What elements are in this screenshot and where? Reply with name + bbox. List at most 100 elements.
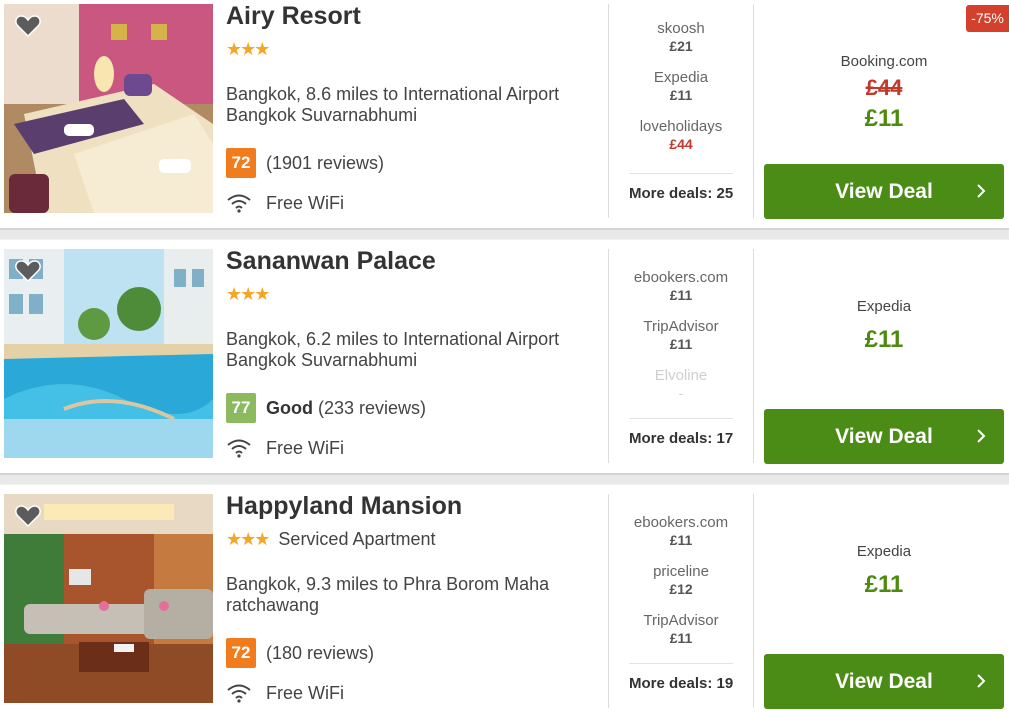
deal-provider: priceline bbox=[653, 563, 709, 580]
deal-item: Elvoline - bbox=[610, 367, 752, 416]
deal-price: £11 bbox=[669, 336, 693, 352]
amenity-label: Free WiFi bbox=[266, 192, 344, 213]
deal-price: £11 bbox=[669, 630, 693, 646]
deal-price: - bbox=[678, 385, 684, 401]
star-rating: ★★★ bbox=[226, 528, 270, 549]
divider bbox=[608, 494, 609, 708]
divider bbox=[753, 249, 754, 463]
wifi-icon bbox=[227, 439, 251, 458]
deal-provider: Elvoline bbox=[654, 367, 708, 384]
original-price: £44 bbox=[865, 75, 903, 100]
amenity-label: Free WiFi bbox=[266, 437, 344, 458]
heart-icon[interactable] bbox=[15, 504, 41, 528]
other-deals: ebookers.com £11 priceline £12 TripAdvis… bbox=[610, 514, 752, 661]
best-deal[interactable]: Booking.com £44 £11 bbox=[764, 50, 1004, 136]
hotel-name[interactable]: Happyland Mansion bbox=[226, 492, 462, 521]
best-deal[interactable]: Expedia £11 bbox=[764, 295, 1004, 357]
best-deal-price: £11 bbox=[864, 326, 904, 353]
review-text: Good (233 reviews) bbox=[266, 398, 426, 419]
amenity-label: Free WiFi bbox=[266, 682, 344, 703]
deal-provider: skoosh bbox=[657, 20, 705, 37]
divider bbox=[753, 4, 754, 218]
hotel-photo[interactable] bbox=[4, 494, 213, 703]
view-deal-button[interactable]: View Deal bbox=[764, 654, 1004, 709]
deal-item[interactable]: ebookers.com £11 bbox=[610, 514, 752, 563]
more-deals-link[interactable]: More deals: 17 bbox=[629, 418, 733, 447]
deal-item[interactable]: TripAdvisor £11 bbox=[610, 318, 752, 367]
deal-provider: TripAdvisor bbox=[643, 612, 719, 629]
card-separator bbox=[0, 228, 1009, 240]
hotel-class: ★★★ bbox=[226, 283, 270, 305]
deal-provider: TripAdvisor bbox=[643, 318, 719, 335]
heart-icon[interactable] bbox=[15, 259, 41, 283]
star-rating: ★★★ bbox=[226, 38, 270, 59]
deal-item[interactable]: loveholidays £44 bbox=[610, 118, 752, 167]
best-deal-provider: Booking.com bbox=[840, 53, 928, 70]
hotel-photo[interactable] bbox=[4, 4, 213, 213]
hotel-class: ★★★ bbox=[226, 38, 270, 60]
other-deals: ebookers.com £11 TripAdvisor £11 Elvolin… bbox=[610, 269, 752, 416]
review-label: Good bbox=[266, 397, 313, 418]
view-deal-button[interactable]: View Deal bbox=[764, 409, 1004, 464]
view-deal-label: View Deal bbox=[835, 425, 933, 448]
deal-price: £11 bbox=[669, 532, 693, 548]
deal-price: £44 bbox=[669, 136, 693, 152]
best-deal-price: £11 bbox=[864, 105, 904, 132]
chevron-right-icon bbox=[977, 429, 986, 443]
hotel-card: Sananwan Palace ★★★ Bangkok, 6.2 miles t… bbox=[0, 240, 1009, 468]
deal-item[interactable]: Expedia £11 bbox=[610, 69, 752, 118]
view-deal-label: View Deal bbox=[835, 670, 933, 693]
amenity-wifi: Free WiFi bbox=[226, 681, 344, 705]
hotel-card: Airy Resort ★★★ Bangkok, 8.6 miles to In… bbox=[0, 0, 1009, 228]
wifi-icon bbox=[227, 194, 251, 213]
deal-item[interactable]: priceline £12 bbox=[610, 563, 752, 612]
more-deals-link[interactable]: More deals: 19 bbox=[629, 663, 733, 692]
divider bbox=[753, 494, 754, 708]
review-summary[interactable]: 72 (180 reviews) bbox=[226, 638, 374, 668]
hotel-name[interactable]: Sananwan Palace bbox=[226, 247, 436, 276]
chevron-right-icon bbox=[977, 674, 986, 688]
hotel-card: Happyland Mansion ★★★ Serviced Apartment… bbox=[0, 485, 1009, 712]
wifi-icon bbox=[227, 684, 251, 703]
deal-item[interactable]: skoosh £21 bbox=[610, 20, 752, 69]
best-deal-provider: Expedia bbox=[856, 298, 912, 315]
deal-item[interactable]: ebookers.com £11 bbox=[610, 269, 752, 318]
chevron-right-icon bbox=[977, 184, 986, 198]
review-count: (1901 reviews) bbox=[266, 152, 385, 173]
deal-price: £11 bbox=[669, 87, 693, 103]
divider bbox=[608, 4, 609, 218]
hotel-photo[interactable] bbox=[4, 249, 213, 458]
review-count: (233 reviews) bbox=[318, 397, 427, 418]
stay-type: Serviced Apartment bbox=[278, 528, 436, 549]
deal-price: £12 bbox=[669, 581, 693, 597]
divider bbox=[608, 249, 609, 463]
deal-price: £11 bbox=[669, 287, 693, 303]
discount-badge: -75% bbox=[966, 5, 1009, 32]
heart-icon[interactable] bbox=[15, 14, 41, 38]
review-score-badge: 72 bbox=[226, 638, 256, 668]
review-summary[interactable]: 72 (1901 reviews) bbox=[226, 148, 384, 178]
card-separator bbox=[0, 473, 1009, 485]
hotel-location: Bangkok, 8.6 miles to International Airp… bbox=[226, 84, 560, 125]
more-deals-link[interactable]: More deals: 25 bbox=[629, 173, 733, 202]
best-deal[interactable]: Expedia £11 bbox=[764, 540, 1004, 602]
best-deal-provider: Expedia bbox=[856, 543, 912, 560]
review-score-badge: 72 bbox=[226, 148, 256, 178]
deal-price: £21 bbox=[669, 38, 693, 54]
hotel-location: Bangkok, 6.2 miles to International Airp… bbox=[226, 329, 560, 370]
review-score-badge: 77 bbox=[226, 393, 256, 423]
hotel-name[interactable]: Airy Resort bbox=[226, 2, 361, 31]
other-deals: skoosh £21 Expedia £11 loveholidays £44 bbox=[610, 20, 752, 167]
hotel-class: ★★★ Serviced Apartment bbox=[226, 528, 436, 550]
deal-provider: loveholidays bbox=[639, 118, 723, 135]
view-deal-label: View Deal bbox=[835, 180, 933, 203]
amenity-wifi: Free WiFi bbox=[226, 436, 344, 460]
hotel-location: Bangkok, 9.3 miles to Phra Borom Maha ra… bbox=[226, 574, 550, 615]
amenity-wifi: Free WiFi bbox=[226, 191, 344, 215]
deal-item[interactable]: TripAdvisor £11 bbox=[610, 612, 752, 661]
view-deal-button[interactable]: View Deal bbox=[764, 164, 1004, 219]
deal-provider: ebookers.com bbox=[633, 269, 729, 286]
deal-provider: Expedia bbox=[653, 69, 709, 86]
review-summary[interactable]: 77 Good (233 reviews) bbox=[226, 393, 426, 423]
deal-provider: ebookers.com bbox=[633, 514, 729, 531]
